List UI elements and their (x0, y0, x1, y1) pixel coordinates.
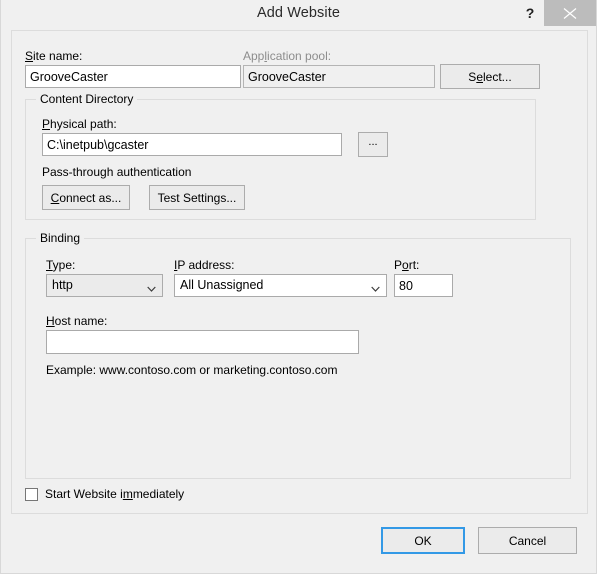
select-app-pool-button[interactable]: Select... (440, 64, 540, 89)
chevron-down-icon (371, 282, 380, 292)
dialog-content-panel: Site name: Application pool: Select... C… (11, 30, 588, 514)
host-name-example-text: Example: www.contoso.com or marketing.co… (46, 363, 338, 377)
start-website-immediately-label: Start Website immediately (45, 487, 185, 501)
title-bar: Add Website ? (1, 0, 596, 27)
binding-group-label: Binding (36, 231, 85, 245)
binding-type-value: http (52, 278, 73, 292)
content-directory-group-label: Content Directory (36, 92, 138, 106)
start-website-immediately-checkbox[interactable] (25, 487, 38, 501)
site-name-input[interactable] (25, 65, 241, 88)
host-name-input[interactable] (46, 330, 359, 354)
chevron-down-icon (147, 282, 156, 292)
physical-path-input[interactable] (42, 133, 342, 156)
cancel-button[interactable]: Cancel (478, 527, 577, 554)
browse-physical-path-button[interactable]: ... (358, 132, 388, 157)
host-name-label: Host name: (46, 314, 108, 328)
port-input[interactable] (394, 274, 453, 297)
ip-address-value: All Unassigned (180, 278, 264, 292)
port-label: Port: (394, 258, 420, 272)
binding-type-select[interactable]: http (46, 274, 163, 297)
help-question-mark-icon[interactable]: ? (518, 0, 542, 26)
physical-path-label: Physical path: (42, 117, 117, 131)
test-settings-button[interactable]: Test Settings... (149, 185, 245, 210)
binding-type-label: Type: (46, 258, 76, 272)
ok-button[interactable]: OK (381, 527, 465, 554)
content-directory-group: Content Directory Physical path: ... Pas… (25, 92, 536, 220)
application-pool-input[interactable] (243, 65, 435, 88)
add-website-dialog: Add Website ? Site name: Application poo… (0, 0, 597, 574)
close-button[interactable] (544, 0, 596, 26)
binding-group: Binding Type: http IP address: All Unass… (25, 231, 571, 479)
ip-address-label: IP address: (174, 258, 235, 272)
connect-as-button[interactable]: Connect as... (42, 185, 130, 210)
application-pool-label: Application pool: (243, 49, 332, 63)
dialog-title: Add Website (256, 5, 341, 21)
site-name-label: Site name: (25, 49, 83, 63)
pass-through-authentication-text: Pass-through authentication (42, 165, 192, 179)
start-website-immediately-row[interactable]: Start Website immediately (25, 487, 184, 501)
ip-address-select[interactable]: All Unassigned (174, 274, 387, 297)
